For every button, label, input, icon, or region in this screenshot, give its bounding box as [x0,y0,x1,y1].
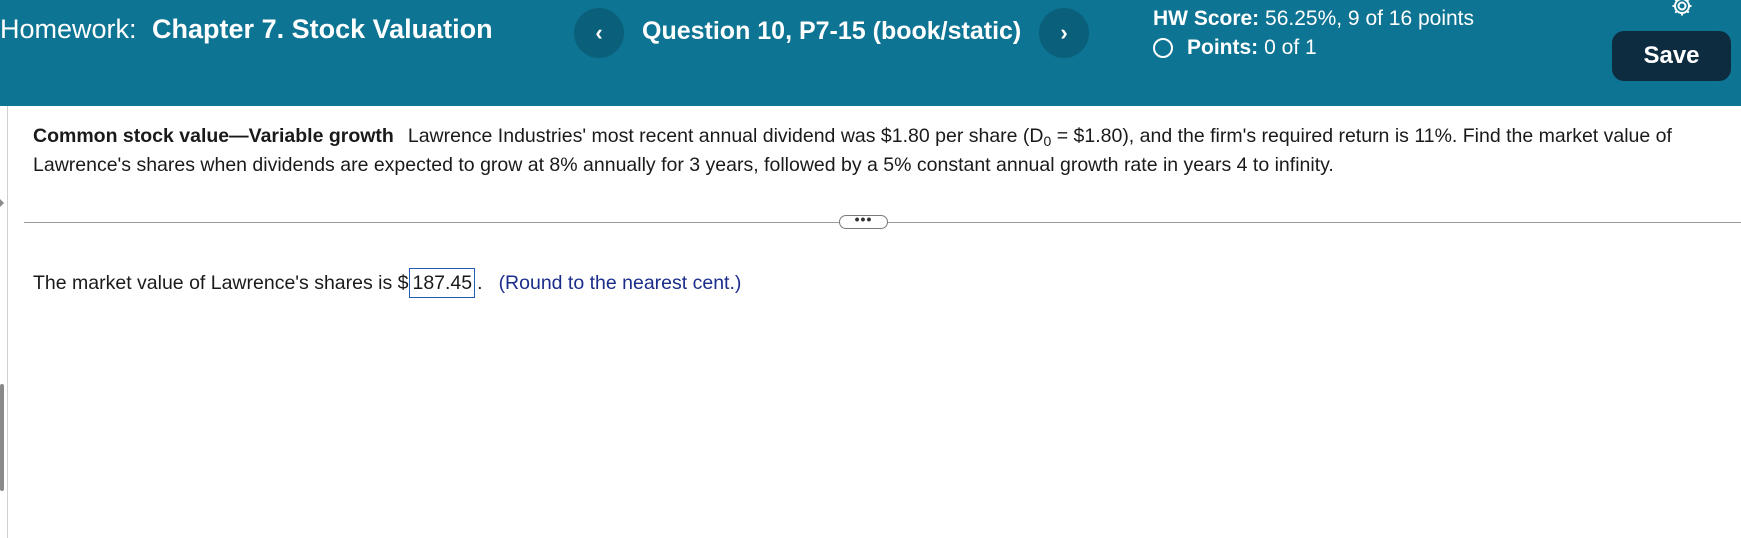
points-value: 0 of 1 [1264,36,1317,59]
problem-statement: Common stock value—Variable growth Lawren… [33,122,1738,180]
save-button[interactable]: Save [1612,31,1731,81]
rounding-hint: (Round to the nearest cent.) [498,272,742,294]
hw-score: HW Score: 56.25%, 9 of 16 points [1153,4,1474,33]
answer-input[interactable]: 187.45 [409,268,476,298]
answer-prefix: The market value of Lawrence's shares is… [33,272,409,294]
points-label: Points: [1187,36,1259,59]
question-label: Question 10, P7-15 (book/static) [642,17,1022,45]
answer-suffix: . [477,272,483,294]
chevron-left-icon: ‹ [595,20,603,45]
next-question-button[interactable]: › [1039,8,1089,58]
problem-text-part1: Lawrence Industries' most recent annual … [407,125,1044,147]
points-row: Points: 0 of 1 [1153,33,1474,62]
hw-score-value: 56.25%, 9 of 16 points [1265,7,1475,30]
expand-more-button[interactable]: ••• [839,211,888,229]
homework-prefix: Homework: [0,14,137,44]
more-dots-icon: ••• [854,211,873,227]
hw-score-label: HW Score: [1153,7,1260,30]
gear-icon[interactable] [1670,0,1694,18]
left-panel-border [7,106,8,538]
collapse-arrow-icon[interactable] [0,199,4,207]
panel-resize-handle[interactable] [0,384,4,491]
score-block: HW Score: 56.25%, 9 of 16 points Points:… [1153,4,1474,62]
problem-topic: Common stock value—Variable growth [33,125,394,147]
chevron-right-icon: › [1060,20,1068,45]
answer-line: The market value of Lawrence's shares is… [33,268,741,298]
header-bar: Homework: Chapter 7. Stock Valuation ‹ Q… [0,0,1741,106]
radio-circle-icon [1153,37,1173,58]
previous-question-button[interactable]: ‹ [574,8,624,58]
homework-title: Homework: Chapter 7. Stock Valuation [0,14,493,45]
chapter-title: Chapter 7. Stock Valuation [152,14,493,44]
